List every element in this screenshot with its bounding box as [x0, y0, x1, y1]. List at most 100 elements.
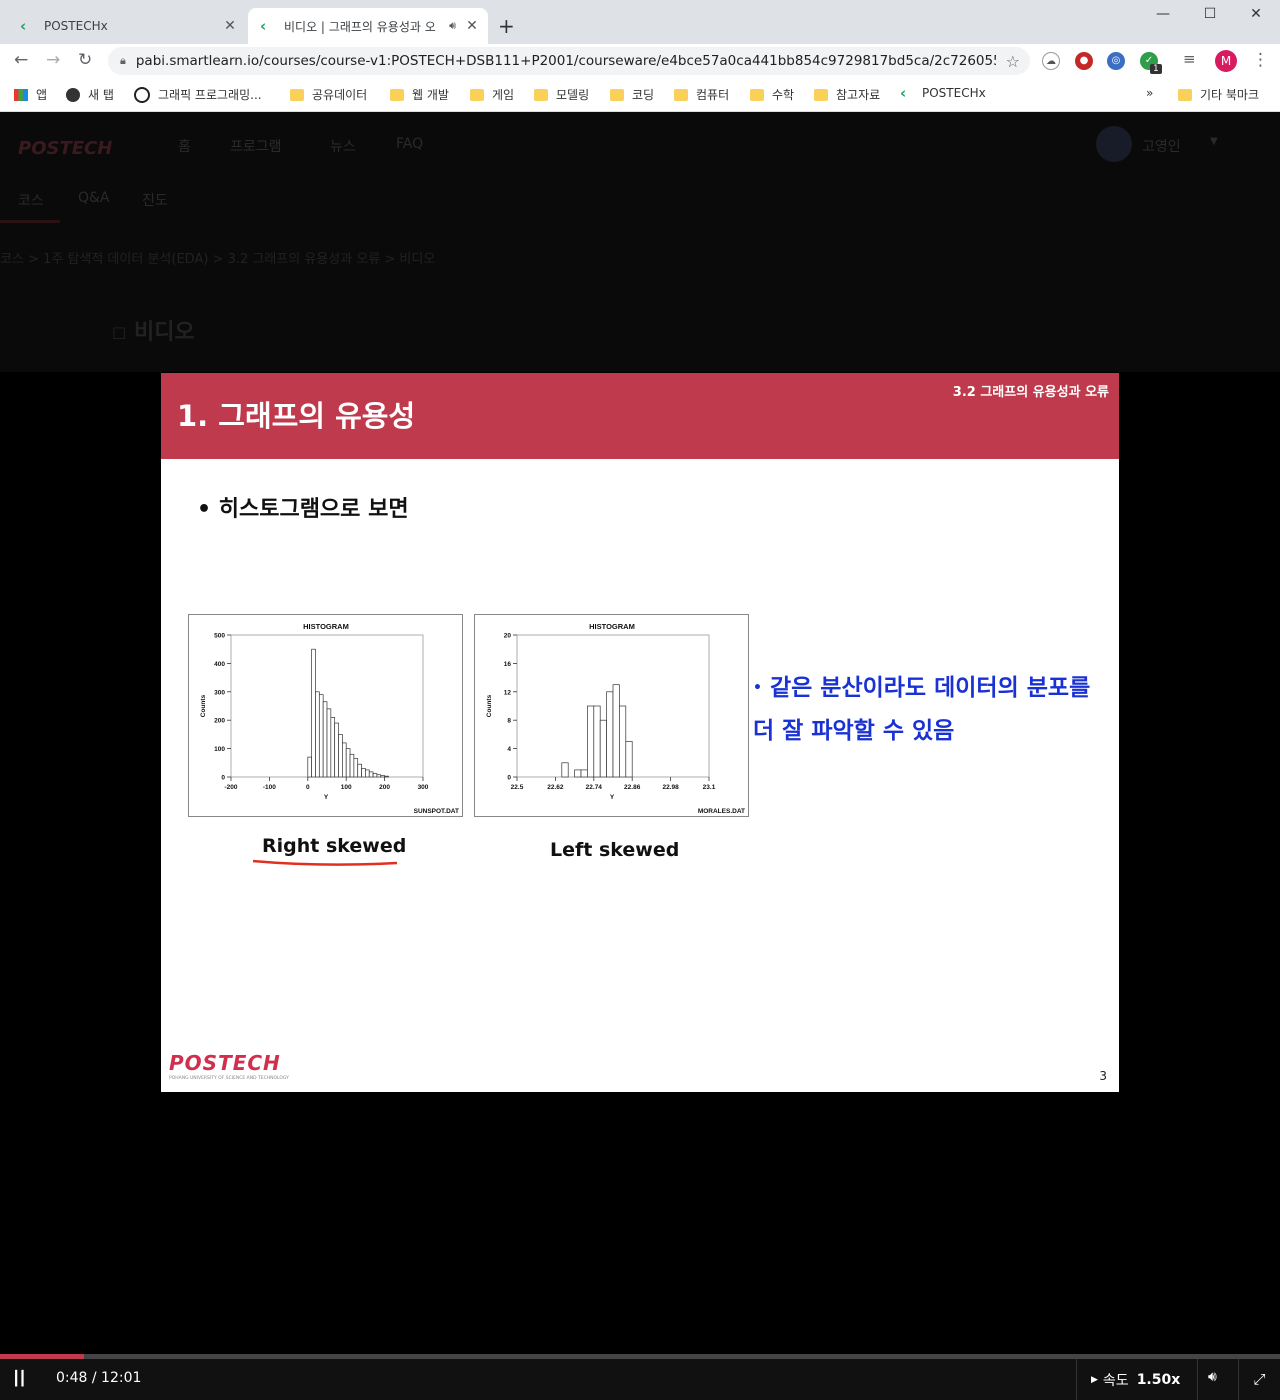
bookmarks-overflow-button[interactable]: » — [1146, 86, 1153, 100]
y-tick-label: 400 — [214, 661, 225, 668]
bookmark-folder[interactable]: 수학 — [750, 86, 794, 103]
x-tick-label: 300 — [418, 784, 429, 791]
y-tick-label: 16 — [504, 661, 512, 668]
video-player[interactable]: 1. 그래프의 유용성 3.2 그래프의 유용성과 오류 • 히스토그램으로 보… — [0, 372, 1280, 1354]
histogram-bar — [345, 748, 351, 778]
tab-video[interactable]: ‹ 비디오 | 그래프의 유용성과 오 🔊︎ ✕ — [248, 8, 488, 44]
bullet-text: 히스토그램으로 보면 — [218, 497, 409, 522]
histogram-bar — [606, 691, 614, 778]
profile-avatar[interactable]: M — [1215, 50, 1237, 72]
bookmark-folder[interactable]: 게임 — [470, 86, 514, 103]
dataset-label: MORALES.DAT — [698, 808, 745, 815]
bookmark-folder[interactable]: 웹 개발 — [390, 86, 449, 103]
forward-icon[interactable]: → — [46, 50, 60, 70]
close-tab-icon[interactable]: ✕ — [220, 18, 240, 34]
nav-home[interactable]: 홈 — [178, 136, 191, 156]
tab-course[interactable]: 코스 — [18, 190, 44, 210]
menu-icon[interactable]: ⋮ — [1252, 50, 1269, 70]
new-tab-button[interactable]: + — [498, 14, 515, 38]
speed-label: 속도 — [1102, 1372, 1129, 1389]
lecture-slide: 1. 그래프의 유용성 3.2 그래프의 유용성과 오류 • 히스토그램으로 보… — [161, 373, 1119, 1092]
globe-icon — [66, 87, 80, 102]
extension-icon[interactable]: ◎ — [1107, 52, 1125, 70]
x-tick-label: 200 — [379, 784, 390, 791]
maximize-button[interactable]: ☐ — [1195, 6, 1225, 22]
x-axis-label: Y — [324, 794, 329, 801]
folder-icon — [470, 88, 484, 101]
bookmark-other[interactable]: 기타 북마크 — [1178, 86, 1259, 103]
histogram-bar — [334, 722, 339, 778]
slide-bullet-blue: • 같은 분산이라도 데이터의 분포를 더 잘 파악할 수 있음 — [753, 675, 1091, 744]
histogram-bar — [330, 717, 336, 778]
chevron-down-icon[interactable]: ▼ — [1210, 136, 1218, 147]
caption-right-skewed: Right skewed — [262, 835, 407, 857]
bookmark-label: 수학 — [772, 88, 795, 102]
histogram-sunspot: HISTOGRAM 0 100 200 300 400 500 -200 -100 0 100 200… — [188, 614, 463, 817]
bookmark-icon[interactable]: ☐ — [112, 324, 126, 343]
nav-programs[interactable]: 프로그램 — [230, 136, 282, 156]
browser-tab-bar: ‹ POSTECHx ✕ ‹ 비디오 | 그래프의 유용성과 오 🔊︎ ✕ + … — [0, 0, 1280, 44]
histogram-bar — [357, 763, 362, 778]
back-icon[interactable]: ← — [14, 50, 28, 70]
exit-fullscreen-icon[interactable]: ⤢ — [1238, 1359, 1280, 1400]
pause-icon[interactable]: ┃┃ — [12, 1371, 27, 1387]
nav-news[interactable]: 뉴스 — [330, 136, 356, 156]
browser-toolbar: ← → ↻ 🔒︎ pabi.smartlearn.io/courses/cour… — [0, 44, 1280, 78]
chart-title: HISTOGRAM — [589, 622, 635, 631]
reload-icon[interactable]: ↻ — [78, 50, 92, 70]
extension-icon[interactable]: ● — [1075, 52, 1093, 70]
volume-icon[interactable]: 🔊︎ — [1208, 1369, 1217, 1385]
y-tick-label: 12 — [504, 689, 512, 696]
histogram-bar — [380, 775, 385, 778]
x-tick-label: 22.74 — [586, 784, 603, 791]
close-tab-icon[interactable]: ✕ — [462, 18, 482, 34]
tab-progress[interactable]: 진도 — [142, 190, 168, 210]
audio-playing-icon[interactable]: 🔊︎ — [449, 19, 456, 33]
tab-title: 비디오 | 그래프의 유용성과 오 — [284, 19, 436, 34]
lock-icon[interactable]: 🔒︎ — [120, 54, 126, 68]
avatar[interactable] — [1096, 126, 1132, 162]
bookmark-folder[interactable]: 모델링 — [534, 86, 589, 103]
histogram-bar — [574, 769, 582, 778]
breadcrumb: 코스 > 1주 탐색적 데이터 분석(EDA) > 3.2 그래프의 유용성과 … — [0, 252, 436, 267]
extension-icon[interactable]: ☁ — [1042, 52, 1060, 70]
bookmark-folder[interactable]: 공유데이터 — [290, 86, 367, 103]
bookmark-star-icon[interactable]: ☆ — [1006, 52, 1020, 71]
minimize-button[interactable]: — — [1148, 6, 1178, 22]
tab-postechx[interactable]: ‹ POSTECHx ✕ — [8, 8, 246, 44]
histogram-bar — [587, 705, 595, 778]
bookmark-folder[interactable]: 참고자료 — [814, 86, 880, 103]
bookmark-folder[interactable]: 코딩 — [610, 86, 654, 103]
y-tick-label: 0 — [507, 775, 511, 782]
histogram-bar — [326, 708, 332, 778]
bookmark-graphics[interactable]: 그래픽 프로그래밍... — [134, 86, 262, 103]
histogram-bar — [311, 648, 316, 778]
slide-title: 1. 그래프의 유용성 — [177, 399, 416, 433]
histogram-bar — [625, 741, 633, 778]
tab-qa[interactable]: Q&A — [78, 190, 110, 206]
bookmark-folder[interactable]: 컴퓨터 — [674, 86, 729, 103]
bookmark-postechx[interactable]: ‹ POSTECHx — [900, 86, 986, 101]
histogram-bar — [353, 758, 359, 778]
media-control-icon[interactable]: ≡ — [1183, 50, 1196, 68]
slide-section: 3.2 그래프의 유용성과 오류 — [952, 385, 1109, 400]
histogram-bar — [612, 684, 620, 778]
tab-title: POSTECHx — [44, 19, 108, 33]
folder-icon — [290, 88, 304, 101]
nav-faq[interactable]: FAQ — [396, 136, 423, 152]
logo-text: POSTECH — [169, 1051, 281, 1075]
y-tick-label: 300 — [214, 689, 225, 696]
bookmark-apps[interactable]: 앱 — [14, 86, 47, 103]
histogram-bar — [365, 769, 370, 778]
user-name[interactable]: 고영인 — [1142, 136, 1181, 156]
address-bar[interactable]: 🔒︎ pabi.smartlearn.io/courses/course-v1:… — [108, 47, 1030, 75]
site-logo: POSTECH — [18, 138, 113, 159]
histogram-bar — [561, 762, 569, 778]
histogram-bar — [372, 773, 378, 778]
close-window-button[interactable]: ✕ — [1241, 6, 1271, 22]
logo-subtitle: POHANG UNIVERSITY OF SCIENCE AND TECHNOL… — [169, 1076, 289, 1081]
postech-logo: POSTECH POHANG UNIVERSITY OF SCIENCE AND… — [169, 1051, 289, 1081]
speed-button[interactable]: ▶ 속도 1.50x — [1076, 1359, 1198, 1400]
bookmark-new-tab[interactable]: 새 탭 — [66, 86, 114, 103]
histogram-bar — [580, 769, 588, 778]
